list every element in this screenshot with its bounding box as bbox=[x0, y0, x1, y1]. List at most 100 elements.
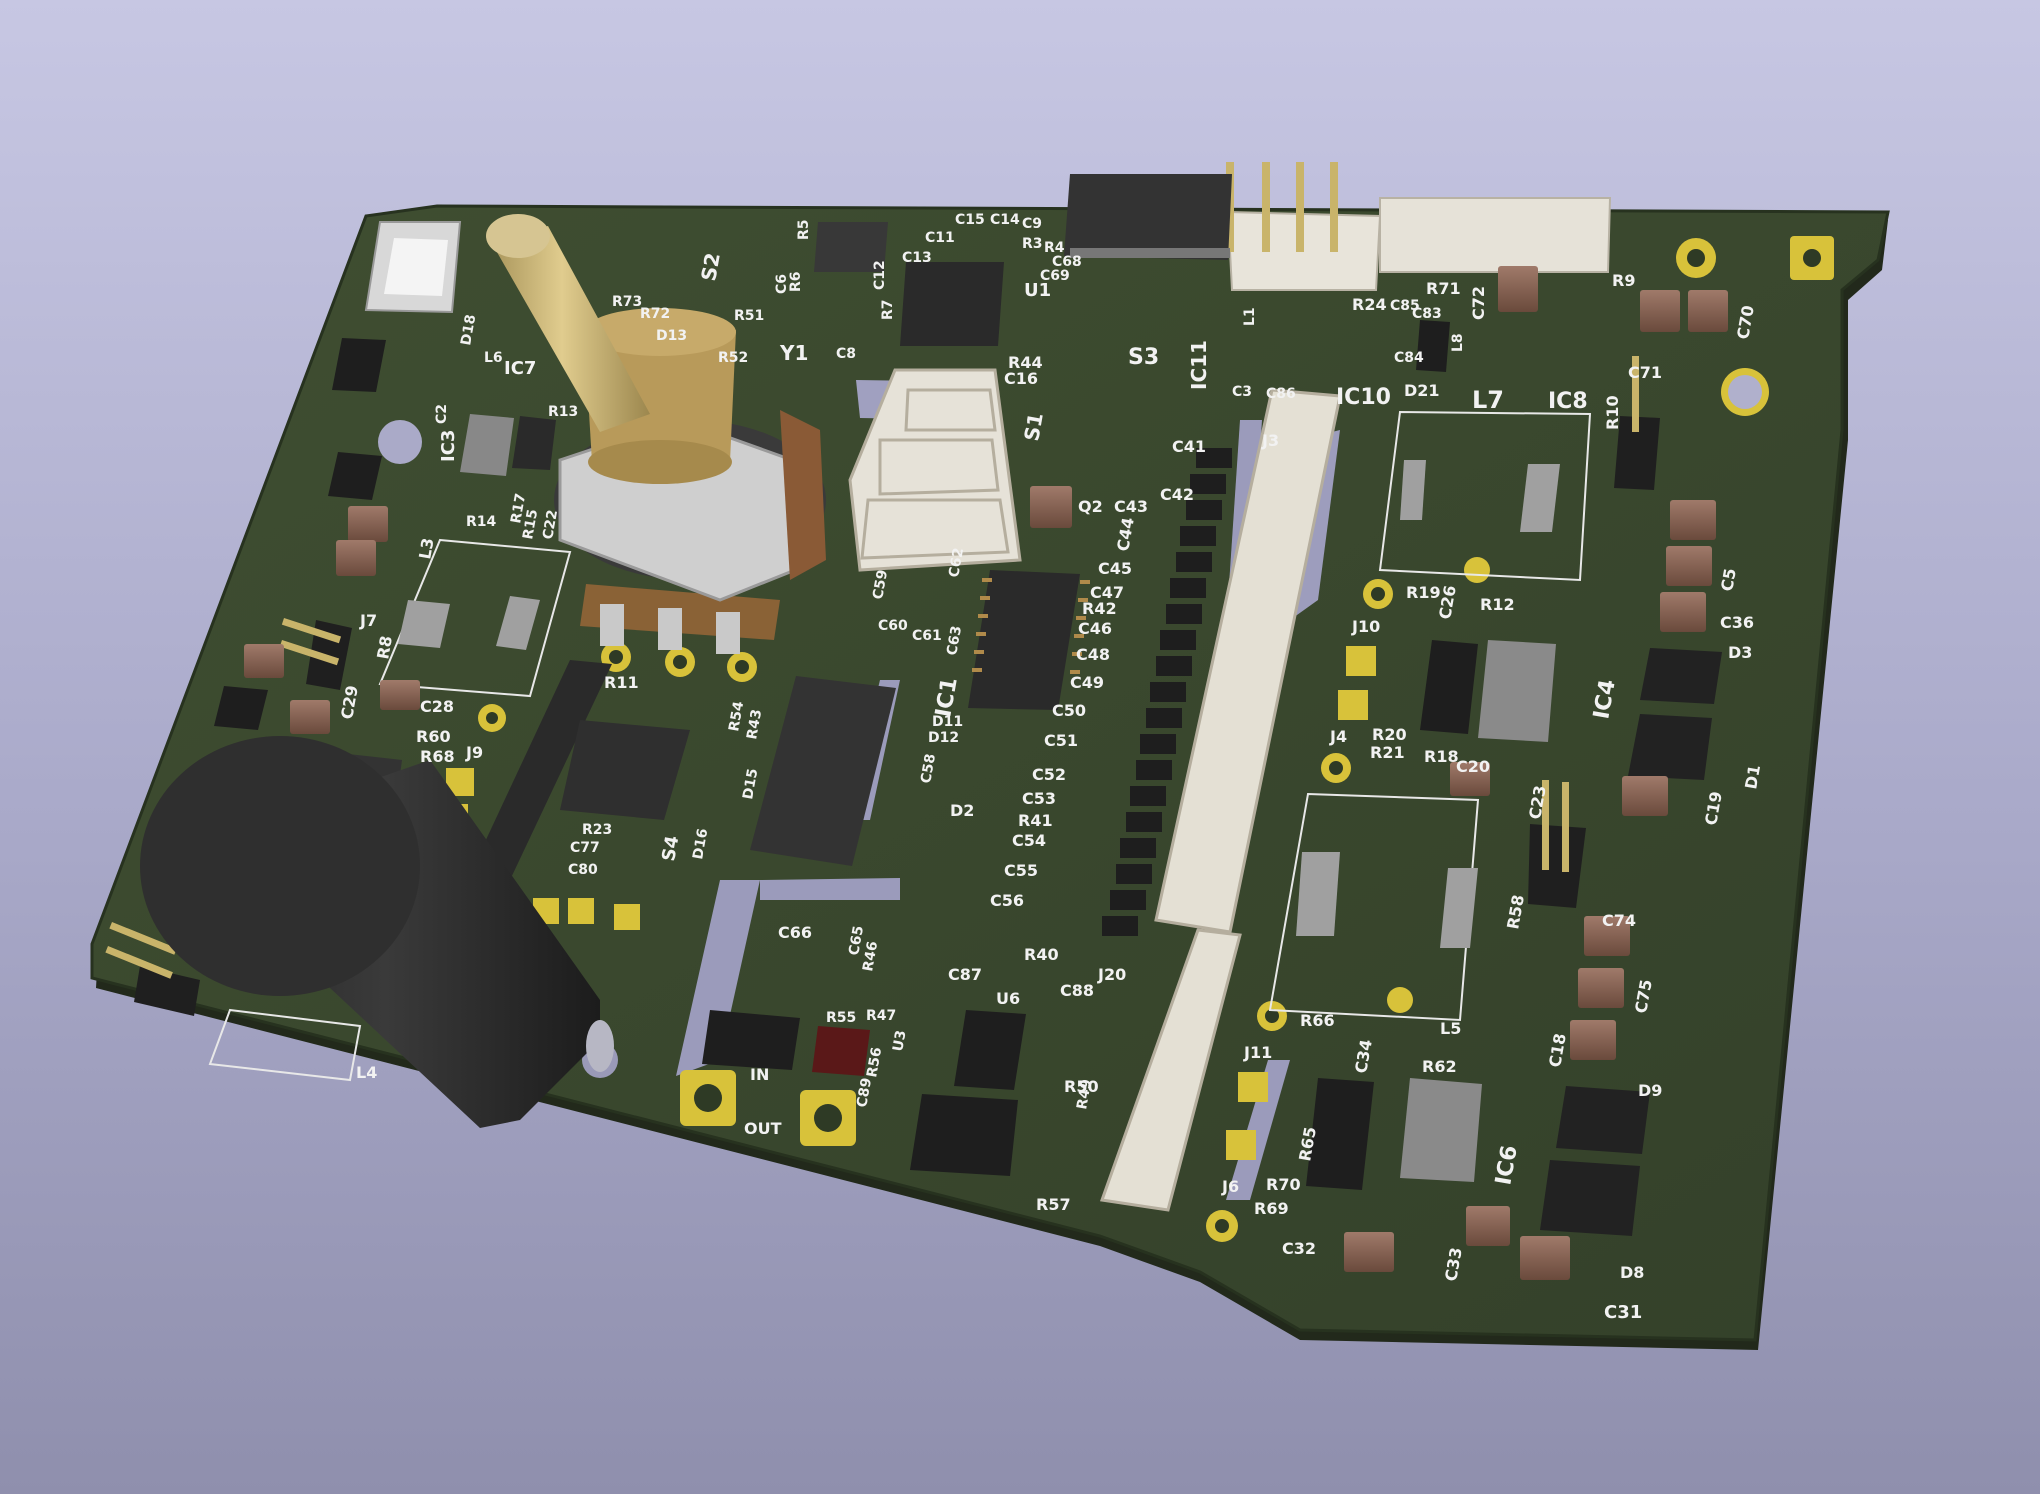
silkscreen-label-j4: J4 bbox=[1329, 727, 1347, 746]
silkscreen-label-r13: R13 bbox=[548, 404, 578, 420]
silkscreen-label-c14: C14 bbox=[990, 212, 1020, 228]
silkscreen-label-c12: C12 bbox=[872, 260, 888, 290]
silkscreen-label-c87: C87 bbox=[948, 965, 982, 984]
silkscreen-label-l3: L3 bbox=[415, 536, 437, 560]
silkscreen-label-c46: C46 bbox=[1078, 619, 1112, 638]
silkscreen-label-d9: D9 bbox=[1638, 1081, 1662, 1100]
silkscreen-label-c31: C31 bbox=[1604, 1302, 1642, 1323]
silkscreen-label-c11: C11 bbox=[925, 230, 955, 246]
silkscreen-label-c71: C71 bbox=[1628, 363, 1662, 382]
silkscreen-label-c6: C6 bbox=[774, 274, 790, 294]
silkscreen-label-c88: C88 bbox=[1060, 981, 1094, 1000]
silkscreen-label-c45: C45 bbox=[1098, 559, 1132, 578]
silkscreen-label-r51: R51 bbox=[734, 308, 764, 324]
silkscreen-label-r21: R21 bbox=[1370, 743, 1405, 762]
silkscreen-label-c48: C48 bbox=[1076, 645, 1110, 664]
silkscreen-label-c49: C49 bbox=[1070, 673, 1104, 692]
silkscreen-label-r73: R73 bbox=[612, 294, 642, 310]
silkscreen-label-r12: R12 bbox=[1480, 595, 1515, 614]
silkscreen-label-ic8: IC8 bbox=[1548, 389, 1588, 414]
silkscreen-label-r8: R8 bbox=[373, 634, 396, 660]
silkscreen-label-c52: C52 bbox=[1032, 765, 1066, 784]
silkscreen-label-c60: C60 bbox=[878, 618, 908, 634]
silkscreen-label-r19: R19 bbox=[1406, 583, 1441, 602]
silkscreen-label-c83: C83 bbox=[1412, 306, 1442, 322]
silkscreen-label-r68: R68 bbox=[420, 747, 455, 766]
silkscreen-label-c13: C13 bbox=[902, 250, 932, 266]
silkscreen-label-r41: R41 bbox=[1018, 811, 1053, 830]
silkscreen-label-in: IN bbox=[750, 1065, 769, 1084]
viewer-canvas[interactable]: S2 R5 C15 C14 C9 C11 C13 C12 R3 R4 C68 C69 U1 R73 R72 D… bbox=[0, 0, 2040, 1494]
silkscreen-label-s4: S4 bbox=[658, 834, 683, 863]
silkscreen-label-c66: C66 bbox=[778, 923, 812, 942]
silkscreen-label-c55: C55 bbox=[1004, 861, 1038, 880]
silkscreen-label-c41: C41 bbox=[1172, 437, 1206, 456]
silkscreen-label-r23: R23 bbox=[582, 822, 612, 838]
silkscreen-label-l7: L7 bbox=[1472, 386, 1504, 414]
silkscreen-label-r62: R62 bbox=[1422, 1057, 1457, 1076]
silkscreen-label-j6: J6 bbox=[1221, 1177, 1239, 1196]
silkscreen-label-r14: R14 bbox=[466, 514, 497, 530]
silkscreen-label-ic10: IC10 bbox=[1336, 385, 1391, 410]
silkscreen-label-c56: C56 bbox=[990, 891, 1024, 910]
silkscreen-label-l8: L8 bbox=[1450, 333, 1466, 352]
silkscreen-label-c54: C54 bbox=[1012, 831, 1046, 850]
silkscreen-label-r40: R40 bbox=[1024, 945, 1059, 964]
silkscreen-label-c72: C72 bbox=[1469, 286, 1488, 320]
silkscreen-label-ic11: IC11 bbox=[1187, 340, 1211, 390]
silkscreen-label-r7: R7 bbox=[880, 299, 896, 320]
silkscreen-label-d2: D2 bbox=[950, 801, 974, 820]
silkscreen-label-d12: D12 bbox=[928, 730, 959, 746]
silkscreen-label-c3: C3 bbox=[1232, 384, 1252, 400]
silkscreen-label-c20: C20 bbox=[1456, 757, 1490, 776]
silkscreen-label-c32: C32 bbox=[1282, 1239, 1316, 1258]
silkscreen-label-c42: C42 bbox=[1160, 485, 1194, 504]
silkscreen-label-u1: U1 bbox=[1024, 280, 1051, 301]
silkscreen-label-r6: R6 bbox=[788, 271, 804, 292]
silkscreen-label-d8: D8 bbox=[1620, 1263, 1644, 1282]
silkscreen-label-l6: L6 bbox=[484, 350, 503, 366]
silkscreen-label-r11: R11 bbox=[604, 673, 639, 692]
silkscreen-label-j3: J3 bbox=[1261, 431, 1279, 450]
silkscreen-label-u6: U6 bbox=[996, 989, 1020, 1008]
silkscreen-label-r10: R10 bbox=[1603, 395, 1622, 430]
silkscreen-label-j20: J20 bbox=[1097, 965, 1126, 984]
silkscreen-label-c43: C43 bbox=[1114, 497, 1148, 516]
silkscreen-label-r3: R3 bbox=[1022, 236, 1043, 252]
silkscreen-label-s1: S1 bbox=[1019, 411, 1048, 443]
silkscreen-label-l5: L5 bbox=[1440, 1019, 1461, 1038]
silkscreen-label-r20: R20 bbox=[1372, 725, 1407, 744]
silkscreen-label-j10: J10 bbox=[1351, 617, 1380, 636]
silkscreen-label-r55: R55 bbox=[826, 1010, 856, 1026]
silkscreen-label-r66: R66 bbox=[1300, 1011, 1335, 1030]
silkscreen-label-c61: C61 bbox=[912, 628, 942, 644]
silkscreen-label-y1: Y1 bbox=[779, 341, 808, 365]
silkscreen-label-j11: J11 bbox=[1243, 1043, 1272, 1062]
silkscreen-label-c9: C9 bbox=[1022, 216, 1042, 232]
silkscreen-label-c28: C28 bbox=[420, 697, 454, 716]
silkscreen-label-r71: R71 bbox=[1426, 279, 1461, 298]
silkscreen-label-c84: C84 bbox=[1394, 350, 1424, 366]
silkscreen-label-ic7: IC7 bbox=[504, 358, 536, 379]
silkscreen-label-r42: R42 bbox=[1082, 599, 1117, 618]
silkscreen-label-r18: R18 bbox=[1424, 747, 1459, 766]
silkscreen-label-c36: C36 bbox=[1720, 613, 1754, 632]
silkscreen-label-d11: D11 bbox=[932, 714, 963, 730]
silkscreen-label-c53: C53 bbox=[1022, 789, 1056, 808]
silkscreen-label-d13: D13 bbox=[656, 328, 687, 344]
silkscreen-label-r72: R72 bbox=[640, 306, 670, 322]
silkscreen-label-d3: D3 bbox=[1728, 643, 1752, 662]
silkscreen-label-c16: C16 bbox=[1004, 369, 1038, 388]
silkscreen-label-r47: R47 bbox=[866, 1008, 896, 1024]
silkscreen-label-j7: J7 bbox=[359, 611, 377, 630]
silkscreen-label-c8: C8 bbox=[836, 346, 856, 362]
silkscreen-label-s3: S3 bbox=[1128, 345, 1159, 370]
silkscreen-label-r57: R57 bbox=[1036, 1195, 1071, 1214]
silkscreen-label-r60: R60 bbox=[416, 727, 451, 746]
silkscreen-label-d21: D21 bbox=[1404, 381, 1440, 400]
silkscreen-label-r70: R70 bbox=[1266, 1175, 1301, 1194]
silkscreen-label-c80: C80 bbox=[568, 862, 598, 878]
silkscreen-label-q2: Q2 bbox=[1078, 497, 1103, 516]
silkscreen-label-c77: C77 bbox=[570, 840, 600, 856]
silkscreen-label-j9: J9 bbox=[465, 743, 483, 762]
